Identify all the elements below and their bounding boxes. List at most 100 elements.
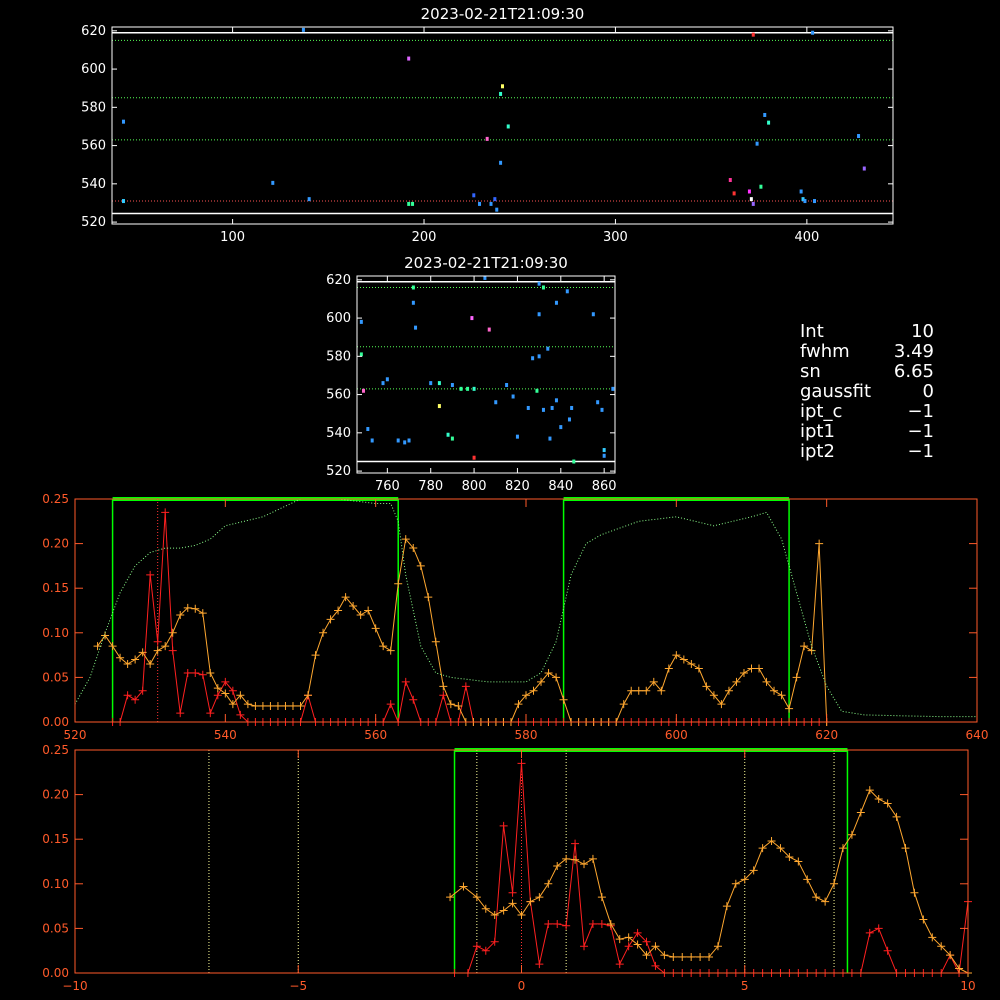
series-line <box>74 498 977 718</box>
data-marker <box>221 689 230 698</box>
data-point <box>437 381 441 386</box>
data-marker <box>258 701 267 710</box>
y-tick-label: 620 <box>326 273 351 288</box>
fit-info-panel: Int 10 fwhm 3.49 sn 6.65 gaussfit 0 ipt_c −1 … <box>800 322 934 462</box>
data-marker <box>856 808 865 817</box>
data-marker <box>785 704 794 713</box>
data-point <box>429 381 433 386</box>
data-marker <box>821 897 830 906</box>
data-marker <box>883 799 892 808</box>
data-marker <box>580 860 589 869</box>
data-marker <box>251 701 260 710</box>
data-point <box>366 427 370 432</box>
data-point <box>466 386 470 391</box>
info-value: −1 <box>907 421 934 442</box>
data-point <box>811 30 815 35</box>
data-marker <box>461 682 470 691</box>
data-marker <box>535 960 544 969</box>
data-point <box>359 319 363 324</box>
data-marker <box>606 919 615 928</box>
data-marker <box>161 508 170 517</box>
data-point <box>407 438 411 443</box>
data-marker <box>198 670 207 679</box>
profile-panel-wavelength: 520 540 560 580 600 620 640 0.00 0.05 0.10 0.15 0.2… <box>42 492 988 742</box>
data-point <box>478 201 482 206</box>
x-tick-label: 600 <box>665 728 688 742</box>
data-marker <box>792 673 801 682</box>
x-tick-label: 840 <box>548 479 573 494</box>
y-tick-label: 0.20 <box>42 537 69 551</box>
data-point <box>407 201 411 206</box>
y-tick-label: 560 <box>81 139 106 154</box>
data-point <box>728 178 732 183</box>
data-point <box>591 312 595 317</box>
data-point <box>470 316 474 321</box>
data-marker <box>266 701 275 710</box>
data-marker <box>386 646 395 655</box>
data-marker <box>424 593 433 602</box>
data-point <box>472 193 476 198</box>
data-point <box>121 199 125 204</box>
profile-panel-offset: −10 −5 0 5 10 0.00 0.05 0.10 0.15 0.20 0.25 <box>42 743 975 993</box>
data-marker <box>830 879 839 888</box>
info-key: fwhm <box>800 341 850 362</box>
data-marker <box>101 631 110 640</box>
y-tick-label: 520 <box>81 215 106 230</box>
data-point <box>600 407 604 412</box>
info-key: sn <box>800 361 821 382</box>
y-tick-label: 580 <box>81 100 106 115</box>
data-point <box>501 84 504 89</box>
data-marker <box>619 700 628 709</box>
data-marker <box>687 952 696 961</box>
data-point <box>370 438 374 443</box>
series-line <box>449 789 969 974</box>
data-marker <box>544 919 553 928</box>
x-tick-label: 10 <box>960 979 975 993</box>
data-point <box>271 180 275 185</box>
data-marker <box>679 655 688 664</box>
data-marker <box>552 673 561 682</box>
y-tick-label: 560 <box>326 388 351 403</box>
data-point <box>799 189 803 194</box>
data-marker <box>364 606 373 615</box>
data-point <box>751 201 755 206</box>
data-point <box>747 189 751 194</box>
x-tick-label: −5 <box>289 979 307 993</box>
info-row-ipt-c: ipt_c −1 <box>800 402 934 422</box>
data-point <box>362 388 366 393</box>
x-tick-label: 780 <box>418 479 443 494</box>
data-marker <box>394 579 403 588</box>
panel-title: 2023-02-21T21:09:30 <box>404 254 568 272</box>
data-marker <box>722 902 731 911</box>
data-point <box>759 184 763 189</box>
data-point <box>411 285 415 290</box>
info-key: Int <box>800 321 824 342</box>
data-point <box>567 417 571 422</box>
data-marker <box>490 911 499 920</box>
data-marker <box>273 701 282 710</box>
data-marker <box>624 942 633 951</box>
y-tick-label: 0.05 <box>42 921 69 935</box>
data-point <box>499 160 503 165</box>
data-point <box>396 438 400 443</box>
data-point <box>541 285 545 290</box>
data-point <box>472 386 476 391</box>
data-point <box>749 197 753 202</box>
data-marker <box>883 946 892 955</box>
map-panel-middle: 2023-02-21T21:09:30 760 780 800 820 840 860 520… <box>326 254 616 494</box>
data-point <box>450 436 454 441</box>
data-marker <box>571 839 580 848</box>
data-marker <box>213 691 222 700</box>
data-marker <box>481 904 490 913</box>
data-marker <box>892 812 901 821</box>
info-value: 3.49 <box>893 341 934 362</box>
data-marker <box>664 664 673 673</box>
x-tick-label: 300 <box>603 230 628 245</box>
data-point <box>411 300 415 305</box>
spectral-analysis-figure: 2023-02-21T21:09:30100 200 300 400520540560… <box>42 5 988 993</box>
data-point <box>499 91 503 96</box>
data-marker <box>755 664 764 673</box>
data-marker <box>439 682 448 691</box>
data-marker <box>559 695 568 704</box>
data-point <box>554 398 558 403</box>
